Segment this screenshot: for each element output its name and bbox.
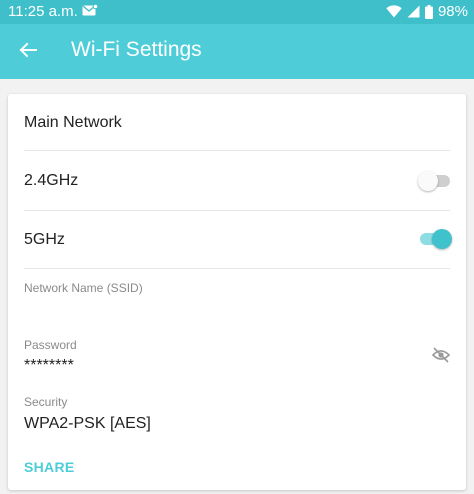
- back-button[interactable]: [10, 34, 46, 70]
- arrow-left-icon: [18, 40, 38, 65]
- security-value: WPA2-PSK [AES]: [24, 415, 151, 432]
- section-title: Main Network: [24, 114, 122, 131]
- notification-icon: [82, 3, 99, 18]
- main-network-card: Main Network 2.4GHz 5GHz Network Name (S…: [8, 94, 466, 490]
- signal-icon: [407, 5, 420, 18]
- divider: [24, 150, 450, 151]
- band-24-label: 2.4GHz: [24, 172, 79, 189]
- band-5-toggle[interactable]: [418, 229, 452, 249]
- divider: [24, 210, 450, 211]
- band-24-toggle[interactable]: [418, 171, 452, 191]
- security-label: Security: [24, 395, 68, 409]
- battery-level: 98%: [437, 3, 468, 20]
- app-bar: Wi-Fi Settings: [0, 24, 474, 79]
- wifi-icon: [386, 5, 402, 18]
- password-field[interactable]: ********: [24, 357, 74, 375]
- toggle-thumb: [432, 229, 452, 249]
- toggle-thumb: [418, 171, 438, 191]
- eye-off-icon: [431, 346, 451, 368]
- status-bar: 11:25 a.m. 98%: [0, 0, 474, 24]
- battery-icon: [424, 4, 433, 19]
- status-right: 98%: [386, 3, 468, 20]
- share-button[interactable]: SHARE: [24, 459, 75, 475]
- password-visibility-button[interactable]: [430, 346, 452, 368]
- password-label: Password: [24, 338, 77, 352]
- divider: [24, 268, 450, 269]
- band-5-label: 5GHz: [24, 231, 65, 248]
- status-time: 11:25 a.m.: [8, 3, 78, 20]
- ssid-label: Network Name (SSID): [24, 281, 143, 295]
- page-title: Wi-Fi Settings: [71, 38, 202, 61]
